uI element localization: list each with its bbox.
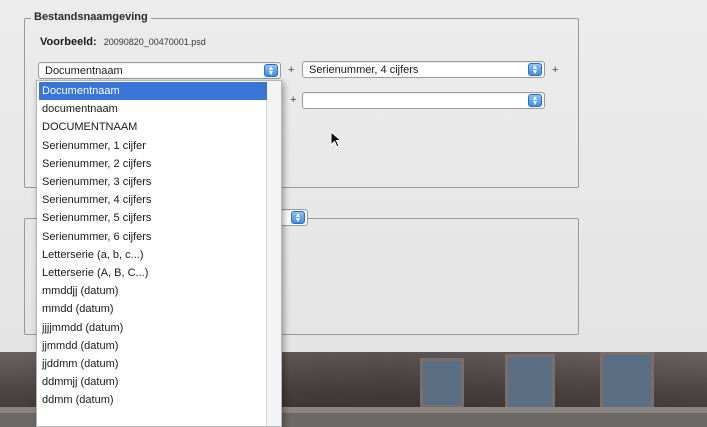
up-down-arrows-icon: ▲ ▼ bbox=[291, 211, 305, 224]
dropdown-option[interactable]: Serienummer, 4 cijfers bbox=[39, 191, 267, 209]
example-label: Voorbeeld: bbox=[40, 36, 97, 48]
naming-select-1[interactable]: Documentnaam ▲ ▼ bbox=[38, 62, 281, 79]
dropdown-option[interactable]: DOCUMENTNAAM bbox=[39, 118, 267, 136]
plus-sign-2: + bbox=[552, 64, 559, 76]
photo-window bbox=[600, 352, 654, 412]
dropdown-option[interactable]: Documentnaam bbox=[39, 82, 267, 100]
dropdown-option[interactable]: Serienummer, 2 cijfers bbox=[39, 155, 267, 173]
naming-select-2-value: Serienummer, 4 cijfers bbox=[309, 64, 419, 76]
dropdown-option[interactable]: mmdd (datum) bbox=[39, 300, 267, 318]
up-down-arrows-icon: ▲ ▼ bbox=[264, 64, 278, 77]
dropdown-option[interactable]: Letterserie (a, b, c...) bbox=[39, 246, 267, 264]
example-row: Voorbeeld: 20090820_00470001.psd bbox=[40, 36, 206, 48]
example-value: 20090820_00470001.psd bbox=[103, 37, 206, 47]
dropdown-option[interactable]: documentnaam bbox=[39, 100, 267, 118]
naming-dropdown-list[interactable]: Documentnaam documentnaam DOCUMENTNAAM Seri… bbox=[36, 80, 282, 427]
dropdown-option[interactable]: jjmmdd (datum) bbox=[39, 337, 267, 355]
up-down-arrows-icon: ▲ ▼ bbox=[528, 94, 542, 107]
dropdown-option[interactable]: Serienummer, 5 cijfers bbox=[39, 209, 267, 227]
up-down-arrows-icon: ▲ ▼ bbox=[528, 63, 542, 76]
dropdown-option[interactable]: ddmmjj (datum) bbox=[39, 373, 267, 391]
dropdown-option[interactable]: jjddmm (datum) bbox=[39, 355, 267, 373]
dropdown-option[interactable]: ddmm (datum) bbox=[39, 391, 267, 409]
dropdown-option[interactable]: Serienummer, 3 cijfers bbox=[39, 173, 267, 191]
naming-select-1-value: Documentnaam bbox=[45, 65, 123, 77]
plus-sign-3: + bbox=[290, 94, 297, 106]
naming-select-2[interactable]: Serienummer, 4 cijfers ▲ ▼ bbox=[302, 61, 545, 78]
dropdown-scroll-gutter[interactable] bbox=[266, 81, 281, 426]
dropdown-option[interactable]: mmddjj (datum) bbox=[39, 282, 267, 300]
file-naming-legend: Bestandsnaamgeving bbox=[31, 11, 151, 23]
dropdown-option[interactable]: jjjjmmdd (datum) bbox=[39, 319, 267, 337]
dropdown-option[interactable]: Serienummer, 6 cijfers bbox=[39, 228, 267, 246]
dropdown-option[interactable]: Serienummer, 1 cijfer bbox=[39, 137, 267, 155]
plus-sign-1: + bbox=[288, 64, 295, 76]
photo-window bbox=[505, 354, 555, 410]
mouse-pointer-icon bbox=[330, 131, 343, 148]
dropdown-option[interactable]: Letterserie (A, B, C...) bbox=[39, 264, 267, 282]
naming-select-4[interactable]: ▲ ▼ bbox=[302, 92, 545, 109]
photo-window bbox=[420, 358, 464, 408]
